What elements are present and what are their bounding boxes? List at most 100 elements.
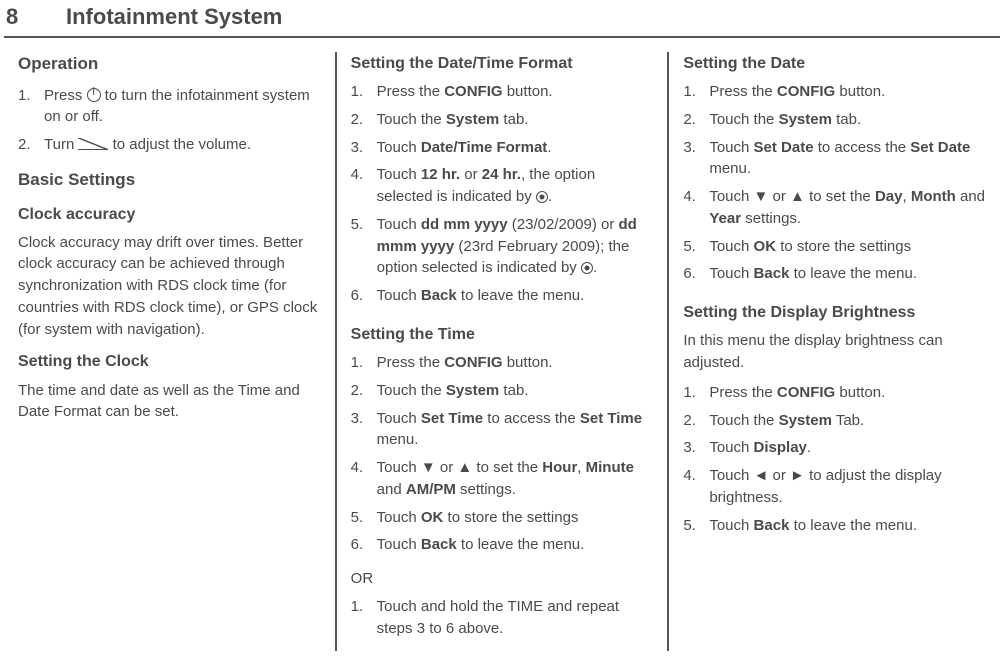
step-text: to store the settings	[776, 238, 911, 255]
step-text: (23/02/2009) or	[508, 216, 619, 233]
term-set-time: Set Time	[580, 410, 642, 427]
step-text: .	[807, 439, 811, 456]
list-item: 2.Touch the System Tab.	[683, 410, 986, 438]
step-number: 2.	[351, 380, 364, 402]
term-day: Day	[875, 188, 903, 205]
step-text: Tab.	[832, 412, 864, 429]
brightness-steps: 1.Press the CONFIG button. 2.Touch the S…	[683, 382, 986, 543]
step-text: Touch	[377, 216, 421, 233]
step-text: to leave the menu.	[789, 517, 917, 534]
list-item: 6.Touch Back to leave the menu.	[351, 285, 654, 313]
list-item: 5.Touch OK to store the settings	[683, 236, 986, 264]
step-number: 4.	[351, 457, 364, 479]
step-text: to access the	[483, 410, 580, 427]
step-text: Press the	[709, 384, 777, 401]
step-text: Touch	[377, 166, 421, 183]
step-number: 1.	[351, 352, 364, 374]
step-text: button.	[835, 83, 885, 100]
time-steps: 1.Press the CONFIG button. 2. Touch the S…	[351, 352, 654, 562]
column-1: Operation 1. Press to turn the infotainm…	[4, 52, 335, 651]
step-text: Turn	[44, 136, 78, 153]
step-text: ,	[577, 459, 585, 476]
heading-display-brightness: Setting the Display Brightness	[683, 301, 986, 324]
term-set-time: Set Time	[421, 410, 483, 427]
term-back: Back	[754, 517, 790, 534]
step-text: tab.	[499, 382, 528, 399]
radio-selected-icon	[536, 191, 548, 203]
step-text: Touch	[377, 287, 421, 304]
list-item: 4.Touch ▼ or ▲ to set the Day, Month and…	[683, 186, 986, 236]
term-hour: Hour	[542, 459, 577, 476]
list-item: 3. Touch Display.	[683, 437, 986, 465]
step-text: to store the settings	[443, 509, 578, 526]
step-text: menu.	[709, 160, 751, 177]
step-number: 5.	[683, 236, 696, 258]
step-text: Touch the	[377, 382, 446, 399]
page-header: 8 Infotainment System	[4, 0, 1000, 38]
radio-selected-icon	[581, 262, 593, 274]
step-text: to adjust the volume.	[108, 136, 251, 153]
step-text: Press	[44, 87, 87, 104]
step-text: Touch ◄ or ► to adjust the display brigh…	[709, 467, 941, 506]
term-back: Back	[421, 287, 457, 304]
step-text: Touch	[377, 509, 421, 526]
step-number: 3.	[351, 137, 364, 159]
term-back: Back	[754, 265, 790, 282]
step-number: 4.	[683, 186, 696, 208]
step-text: Touch the	[709, 412, 778, 429]
term-display: Display	[754, 439, 807, 456]
heading-setting-time: Setting the Time	[351, 323, 654, 346]
heading-date-time-format: Setting the Date/Time Format	[351, 52, 654, 75]
step-text: Touch	[709, 265, 753, 282]
step-text: to access the	[814, 139, 911, 156]
volume-ramp-icon	[78, 138, 108, 150]
list-item: 4.Touch ▼ or ▲ to set the Hour, Minute a…	[351, 457, 654, 507]
step-text: to leave the menu.	[789, 265, 917, 282]
step-text: Touch the	[377, 111, 446, 128]
step-text: Touch ▼ or ▲ to set the	[377, 459, 543, 476]
step-text: .	[593, 259, 597, 276]
step-text: Touch and hold the TIME and repeat steps…	[377, 598, 619, 637]
term-set-date: Set Date	[910, 139, 970, 156]
column-3: Setting the Date 1.Press the CONFIG butt…	[669, 52, 1000, 651]
brightness-intro: In this menu the display brightness can …	[683, 330, 986, 374]
step-number: 2.	[683, 109, 696, 131]
term-config: CONFIG	[444, 354, 502, 371]
term-year: Year	[709, 210, 741, 227]
list-item: 1.Press the CONFIG button.	[351, 352, 654, 380]
step-number: 6.	[351, 534, 364, 556]
step-number: 5.	[351, 507, 364, 529]
step-text: and	[377, 481, 406, 498]
step-number: 3.	[683, 437, 696, 459]
step-text: .	[547, 139, 551, 156]
step-number: 4.	[683, 465, 696, 487]
manual-page: 8 Infotainment System Operation 1. Press…	[0, 0, 1004, 651]
list-item: 2.Touch the System tab.	[351, 380, 654, 408]
term-set-date: Set Date	[754, 139, 814, 156]
step-number: 1.	[351, 81, 364, 103]
power-icon	[87, 88, 101, 102]
term-ampm: AM/PM	[406, 481, 456, 498]
list-item: 1.Press the CONFIG button.	[683, 382, 986, 410]
step-number: 6.	[683, 263, 696, 285]
term-24hr: 24 hr.	[482, 166, 521, 183]
heading-basic-settings: Basic Settings	[18, 168, 321, 193]
operation-steps: 1. Press to turn the infotainment system…	[18, 85, 321, 162]
page-number: 8	[6, 4, 66, 30]
column-2: Setting the Date/Time Format 1.Press the…	[337, 52, 668, 651]
list-item: 1. Press to turn the infotainment system…	[18, 85, 321, 135]
or-label: OR	[351, 568, 654, 590]
list-item: 5.Touch dd mm yyyy (23/02/2009) or dd mm…	[351, 214, 654, 285]
step-text: Touch	[709, 439, 753, 456]
step-text: Touch	[709, 139, 753, 156]
list-item: 1.Press the CONFIG button.	[683, 81, 986, 109]
content-columns: Operation 1. Press to turn the infotainm…	[0, 38, 1004, 651]
page-title: Infotainment System	[66, 4, 282, 30]
list-item: 3.Touch Set Time to access the Set Time …	[351, 408, 654, 458]
heading-operation: Operation	[18, 52, 321, 77]
term-date-time-format: Date/Time Format	[421, 139, 547, 156]
list-item: 6.Touch Back to leave the menu.	[351, 534, 654, 562]
dtf-steps: 1.Press the CONFIG button. 2.Touch the S…	[351, 81, 654, 313]
list-item: 3.Touch Set Date to access the Set Date …	[683, 137, 986, 187]
term-system: System	[446, 111, 499, 128]
